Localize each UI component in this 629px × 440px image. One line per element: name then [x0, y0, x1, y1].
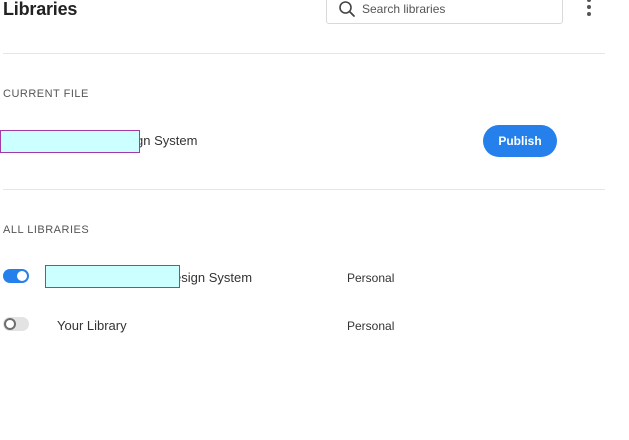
library-owner: Personal [347, 271, 395, 285]
current-file-library-name: gn System [136, 133, 198, 148]
current-file-section-label: CURRENT FILE [3, 88, 89, 100]
divider [3, 189, 605, 190]
toggle-knob [4, 318, 16, 330]
redaction-box [0, 130, 140, 153]
divider [3, 53, 605, 54]
libraries-panel: Libraries CURRENT FILE gn System Publish… [0, 0, 629, 440]
redaction-box [45, 265, 180, 288]
toggle-knob [17, 271, 27, 281]
library-owner: Personal [347, 319, 395, 333]
library-name[interactable]: Your Library [57, 318, 127, 333]
all-libraries-section-label: ALL LIBRARIES [3, 224, 90, 236]
library-name[interactable]: esign System [174, 270, 252, 285]
publish-button[interactable]: Publish [483, 125, 557, 157]
search-input[interactable] [362, 0, 552, 18]
library-toggle-enabled[interactable] [3, 269, 29, 283]
search-icon [339, 1, 355, 17]
library-toggle-disabled[interactable] [3, 317, 29, 331]
page-title: Libraries [3, 0, 78, 19]
more-vertical-icon[interactable] [580, 0, 598, 22]
search-box[interactable] [326, 0, 563, 24]
